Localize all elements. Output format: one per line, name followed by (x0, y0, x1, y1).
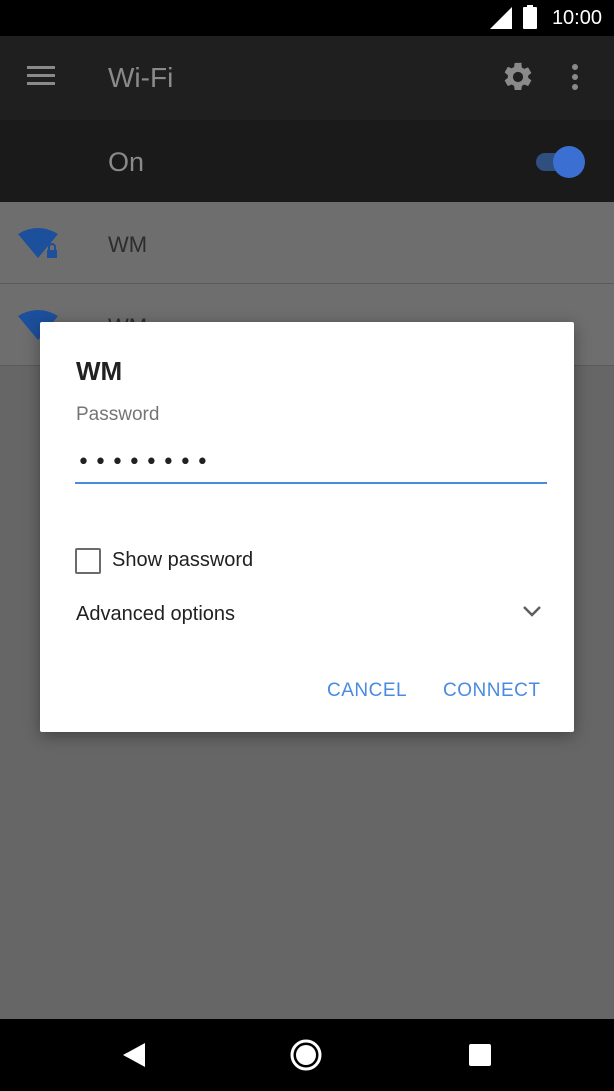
wifi-toggle-thumb[interactable] (553, 146, 585, 178)
battery-icon (523, 5, 537, 29)
page-title: Wi-Fi (108, 62, 174, 93)
cancel-button[interactable]: CANCEL (327, 680, 407, 702)
wifi-switch-label: On (108, 147, 145, 177)
back-icon[interactable] (123, 1043, 145, 1067)
wifi-lock-icon (18, 228, 58, 258)
wifi-master-switch-bar[interactable]: On (0, 120, 614, 202)
wifi-password-dialog: WM Password Show password Advanced optio… (40, 322, 574, 732)
show-password-checkbox[interactable] (75, 548, 101, 574)
password-input[interactable] (75, 442, 547, 484)
signal-icon (490, 7, 512, 29)
connect-button[interactable]: CONNECT (443, 680, 540, 702)
show-password-label[interactable]: Show password (112, 549, 253, 572)
network-row[interactable]: WM (0, 202, 614, 284)
recents-icon[interactable] (469, 1044, 491, 1066)
menu-icon[interactable] (27, 66, 55, 86)
app-toolbar: Wi-Fi (0, 36, 614, 120)
password-label: Password (76, 404, 160, 425)
more-vert-icon[interactable] (570, 64, 580, 90)
clock: 10:00 (551, 7, 602, 29)
home-icon[interactable] (289, 1038, 323, 1072)
network-name: WM (108, 232, 148, 257)
dialog-title: WM (76, 356, 123, 386)
gear-icon[interactable] (501, 60, 535, 94)
status-bar: 10:00 (0, 0, 614, 36)
system-nav-bar (0, 1019, 614, 1091)
advanced-options-label[interactable]: Advanced options (76, 603, 235, 626)
chevron-down-icon[interactable] (522, 604, 542, 618)
